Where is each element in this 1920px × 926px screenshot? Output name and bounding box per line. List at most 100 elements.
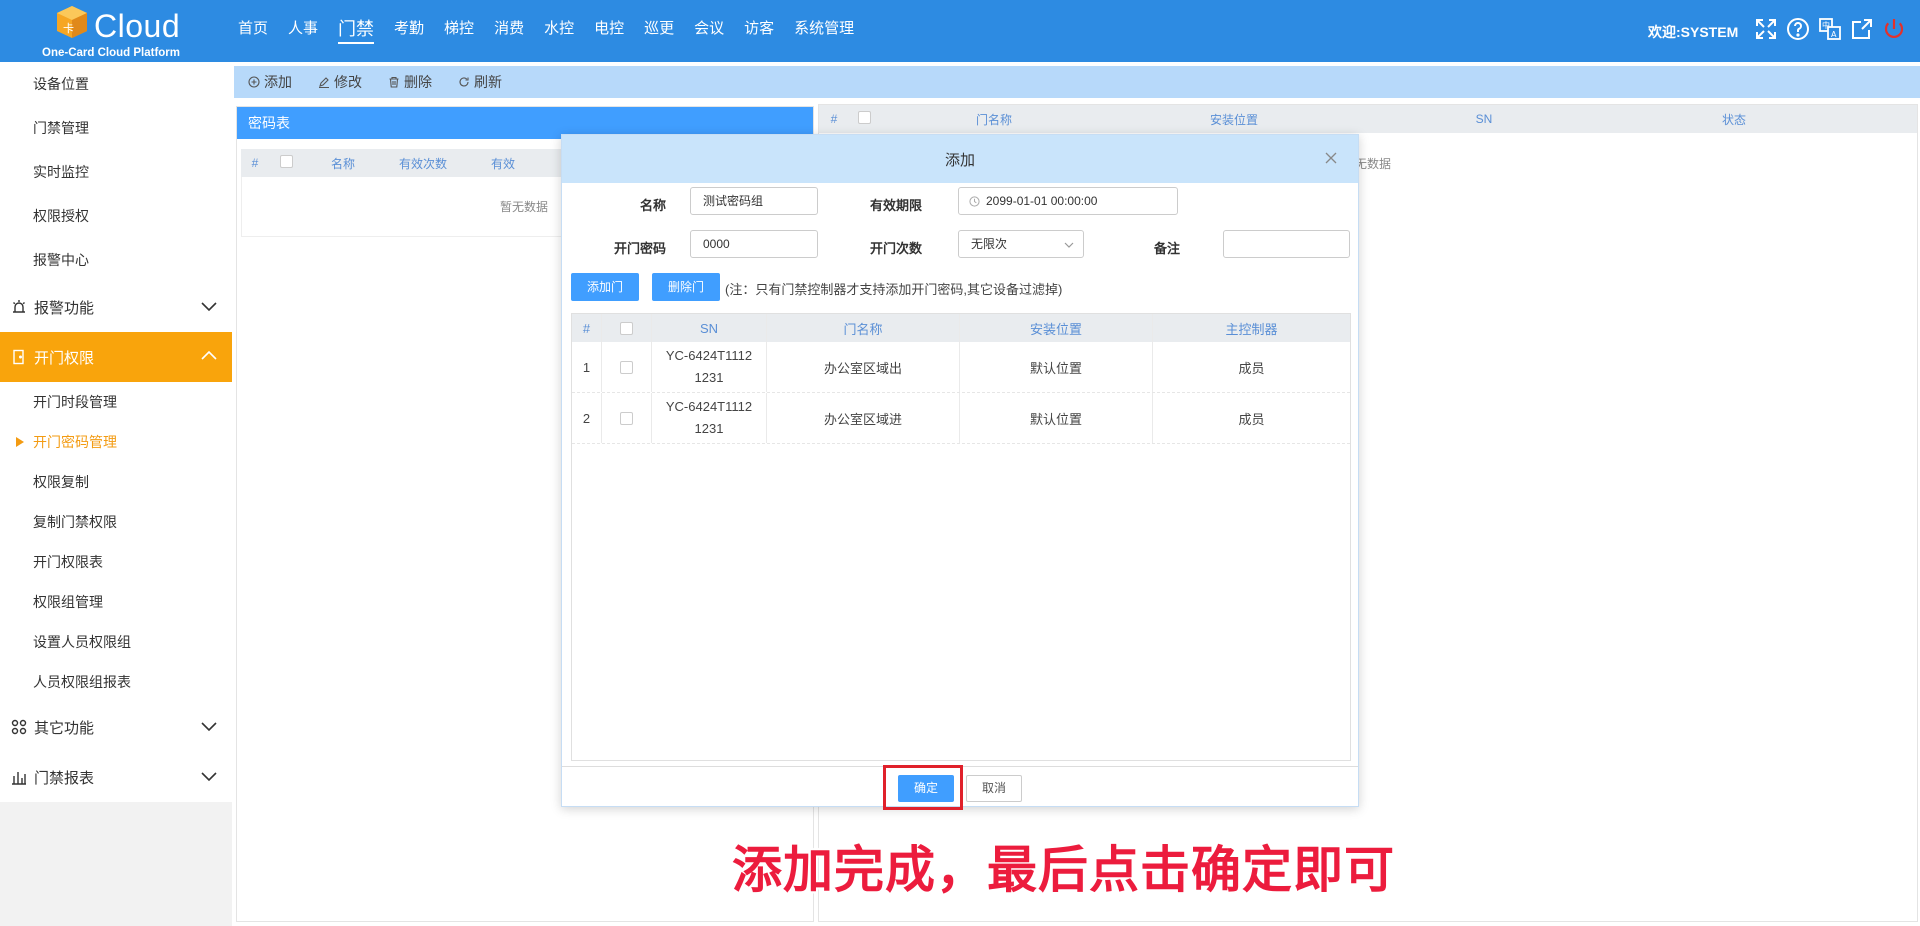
sidebar-item-realtime-monitor[interactable]: 实时监控 xyxy=(0,150,232,194)
toolbar: 添加 修改 删除 刷新 xyxy=(234,66,1920,98)
col-name: 名称 xyxy=(330,156,355,171)
chevron-down-icon xyxy=(201,772,217,782)
col-controller: 主控制器 xyxy=(1225,321,1278,337)
add-dialog: 添加 名称 测试密码组 有效期限 2099-01-01 00:00:00 开门密… xyxy=(561,134,1359,807)
sidebar-item-door-management[interactable]: 门禁管理 xyxy=(0,106,232,150)
open-count-select[interactable]: 无限次 xyxy=(958,230,1084,258)
sidebar-group-other-label: 其它功能 xyxy=(34,719,95,737)
nav-personnel[interactable]: 人事 xyxy=(278,0,328,62)
sidebar-item-permission-copy[interactable]: 权限复制 xyxy=(0,462,232,502)
add-button-label: 添加 xyxy=(264,74,292,90)
sidebar: 设备位置 门禁管理 实时监控 权限授权 报警中心 报警功能 开门权限 开门时段管… xyxy=(0,62,232,926)
col-index: # xyxy=(251,156,259,170)
sidebar-group-other[interactable]: 其它功能 xyxy=(0,702,232,752)
sidebar-group-report-label: 门禁报表 xyxy=(34,769,95,787)
add-door-button[interactable]: 添加门 xyxy=(571,273,639,301)
row-checkbox[interactable] xyxy=(602,342,652,392)
nav-patrol[interactable]: 巡更 xyxy=(634,0,684,62)
name-input[interactable]: 测试密码组 xyxy=(690,187,818,215)
sidebar-group-alarm[interactable]: 报警功能 xyxy=(0,282,232,332)
edit-button-label: 修改 xyxy=(334,74,362,90)
refresh-icon xyxy=(459,77,469,87)
cancel-button[interactable]: 取消 xyxy=(966,775,1022,802)
table-row[interactable]: 1 YC-6424T1112 1231 办公室区域出 默认位置 成员 xyxy=(572,342,1350,393)
chevron-down-icon xyxy=(201,302,217,312)
translate-icon[interactable]: 中 A xyxy=(1817,16,1843,42)
row-checkbox[interactable] xyxy=(602,393,652,443)
sidebar-item-permission-grant[interactable]: 权限授权 xyxy=(0,194,232,238)
remark-input[interactable] xyxy=(1223,230,1350,258)
help-icon[interactable] xyxy=(1785,16,1811,42)
col-valid-count: 有效次数 xyxy=(398,156,447,171)
nav-system[interactable]: 系统管理 xyxy=(784,0,864,62)
row-index: 1 xyxy=(572,342,602,392)
row-sn-line2: 1231 xyxy=(694,370,724,385)
row-location: 默认位置 xyxy=(960,342,1153,392)
row-controller: 成员 xyxy=(1238,411,1265,427)
sidebar-item-alarm-center[interactable]: 报警中心 xyxy=(0,238,232,282)
dialog-title: 添加 xyxy=(944,152,975,169)
nav-consumption[interactable]: 消费 xyxy=(484,0,534,62)
add-button[interactable]: 添加 xyxy=(248,72,292,92)
main-nav: 首页 人事 门禁 考勤 梯控 消费 水控 电控 巡更 会议 访客 系统管理 xyxy=(228,0,864,62)
sidebar-item-set-person-group[interactable]: 设置人员权限组 xyxy=(0,622,232,662)
row-sn-line2: 1231 xyxy=(694,421,724,436)
nav-visitor[interactable]: 访客 xyxy=(734,0,784,62)
delete-button[interactable]: 删除 xyxy=(388,72,432,92)
col-sn: SN xyxy=(652,314,767,342)
sidebar-item-password-management[interactable]: 开门密码管理 xyxy=(0,422,232,462)
password-input[interactable]: 0000 xyxy=(690,230,818,258)
table-header: # 门名称 安装位置 SN 状态 xyxy=(819,105,1917,133)
svg-text:中: 中 xyxy=(1822,20,1830,30)
sidebar-item-device-location[interactable]: 设备位置 xyxy=(0,62,232,106)
valid-period-input[interactable]: 2099-01-01 00:00:00 xyxy=(958,187,1178,215)
edit-button[interactable]: 修改 xyxy=(318,72,362,92)
trash-icon xyxy=(389,76,399,88)
row-sn: YC-6424T1112 1231 xyxy=(652,342,767,392)
row-controller: 成员 xyxy=(1238,360,1265,376)
cluster-icon xyxy=(10,718,28,736)
nav-attendance[interactable]: 考勤 xyxy=(384,0,434,62)
svg-text:A: A xyxy=(1831,30,1837,39)
col-door-name: 门名称 xyxy=(767,314,960,342)
sidebar-group-door-permission-label: 开门权限 xyxy=(34,349,95,367)
chevron-down-icon xyxy=(201,722,217,732)
nav-access-control[interactable]: 门禁 xyxy=(328,0,384,62)
welcome-user: 欢迎:SYSTEM xyxy=(1648,24,1739,40)
refresh-button-label: 刷新 xyxy=(474,74,502,90)
refresh-button[interactable]: 刷新 xyxy=(458,72,502,92)
highlight-box xyxy=(883,765,963,810)
nav-electric[interactable]: 电控 xyxy=(584,0,634,62)
sidebar-group-door-permission[interactable]: 开门权限 xyxy=(0,332,232,382)
sidebar-group-report[interactable]: 门禁报表 xyxy=(0,752,232,802)
sidebar-item-copy-door-permission[interactable]: 复制门禁权限 xyxy=(0,502,232,542)
row-door-name: 办公室区域进 xyxy=(767,393,960,443)
nav-elevator[interactable]: 梯控 xyxy=(434,0,484,62)
external-link-icon[interactable] xyxy=(1849,16,1875,42)
select-all-checkbox[interactable] xyxy=(602,314,652,342)
remark-label: 备注 xyxy=(1153,241,1180,256)
sidebar-group-alarm-label: 报警功能 xyxy=(34,299,95,317)
select-all-checkbox[interactable] xyxy=(269,155,303,171)
sidebar-item-time-period[interactable]: 开门时段管理 xyxy=(0,382,232,422)
row-sn: YC-6424T1112 1231 xyxy=(652,393,767,443)
svg-text:卡: 卡 xyxy=(63,22,74,35)
nav-home[interactable]: 首页 xyxy=(228,0,278,62)
row-index: 2 xyxy=(572,393,602,443)
sidebar-item-permission-group[interactable]: 权限组管理 xyxy=(0,582,232,622)
select-all-checkbox[interactable] xyxy=(849,111,879,127)
delete-door-button[interactable]: 删除门 xyxy=(652,273,720,301)
row-location: 默认位置 xyxy=(960,393,1153,443)
sidebar-item-person-group-report[interactable]: 人员权限组报表 xyxy=(0,662,232,702)
nav-water[interactable]: 水控 xyxy=(534,0,584,62)
close-icon[interactable] xyxy=(1324,151,1338,165)
table-row[interactable]: 2 YC-6424T1112 1231 办公室区域进 默认位置 成员 xyxy=(572,393,1350,444)
sidebar-item-permission-table[interactable]: 开门权限表 xyxy=(0,542,232,582)
fullscreen-icon[interactable] xyxy=(1753,16,1779,42)
nav-meeting[interactable]: 会议 xyxy=(684,0,734,62)
power-icon[interactable] xyxy=(1881,16,1907,42)
door-icon xyxy=(10,348,28,366)
logo[interactable]: 卡 Cloud One-Card Cloud Platform xyxy=(40,4,200,60)
logo-subtitle: One-Card Cloud Platform xyxy=(42,47,181,59)
col-status: 状态 xyxy=(1721,112,1746,127)
